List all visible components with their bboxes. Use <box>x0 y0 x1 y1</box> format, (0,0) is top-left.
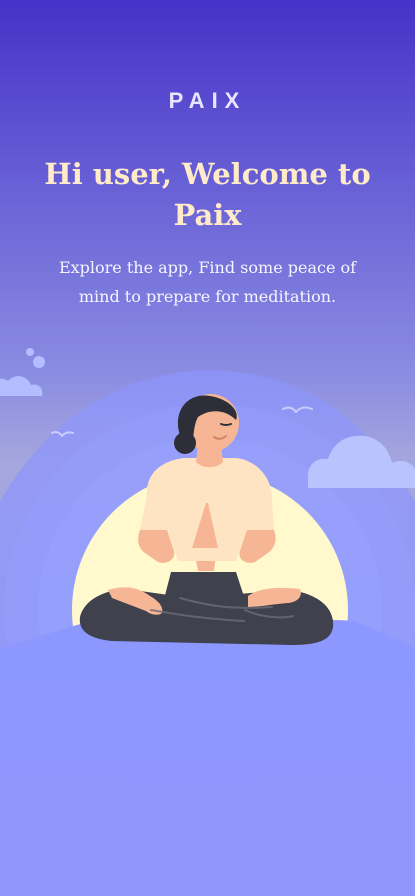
welcome-title: Hi user, Welcome to Paix <box>44 157 371 232</box>
welcome-subtitle: Explore the app, Find some peace of mind… <box>58 258 357 306</box>
brand-logo: PAIX <box>168 88 247 113</box>
welcome-screen: PAIX Hi user, Welcome to Paix Explore th… <box>0 0 415 896</box>
cloud-icon <box>0 348 45 396</box>
meditation-illustration <box>0 348 415 896</box>
